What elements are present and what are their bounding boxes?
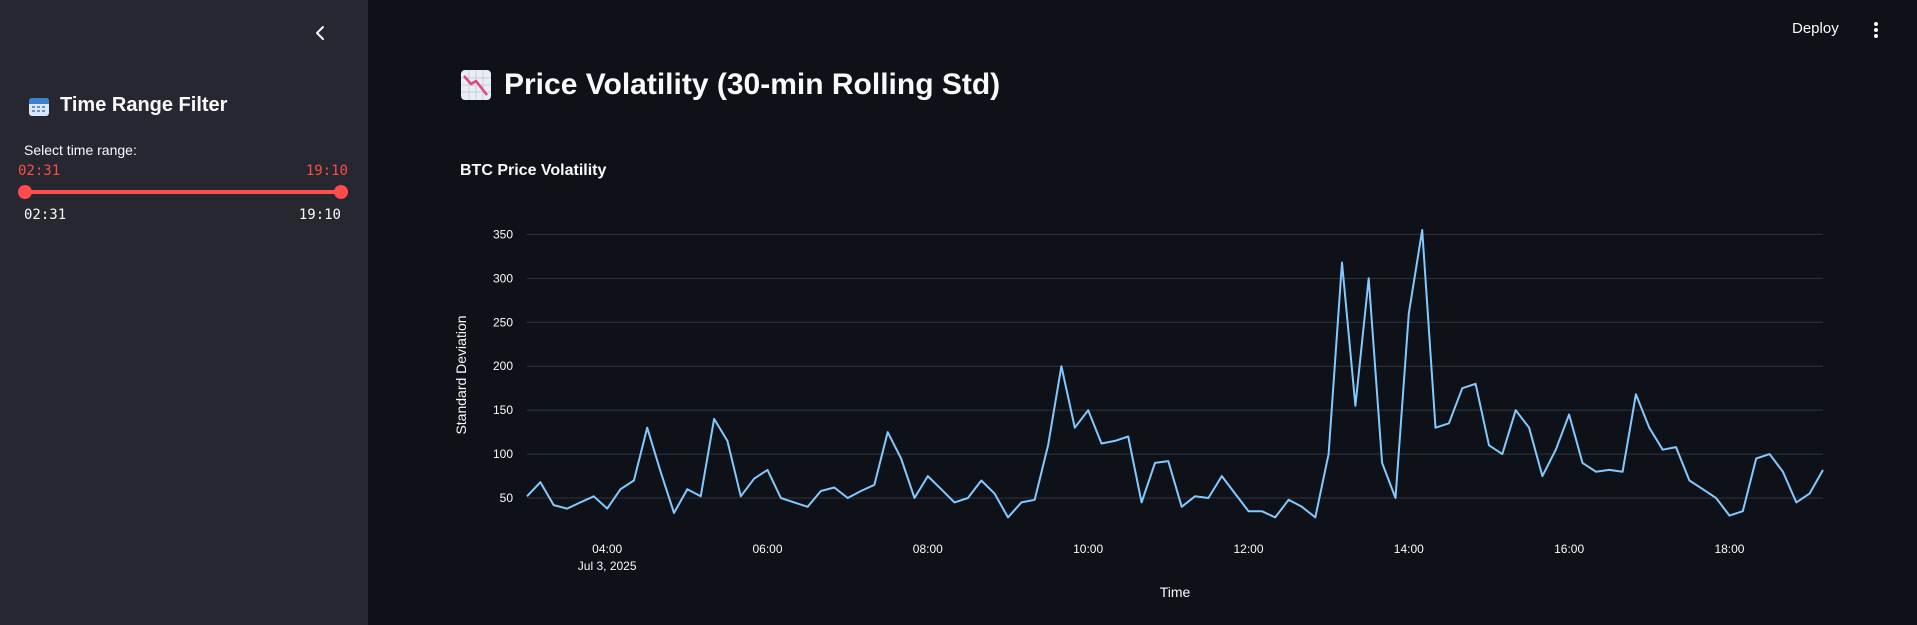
y-tick-label: 300 bbox=[493, 271, 513, 285]
volatility-line-chart: 50 100 150 200 250 300 350 04:00 Jul 3, 2025 06:… bbox=[453, 227, 1824, 600]
x-axis-label: Time bbox=[1160, 584, 1191, 600]
y-tick-label: 350 bbox=[493, 227, 513, 241]
y-tick-label: 200 bbox=[493, 359, 513, 373]
y-tick-label: 100 bbox=[493, 447, 513, 461]
x-tick-label: 12:00 bbox=[1233, 542, 1263, 556]
x-tick-label: 16:00 bbox=[1554, 542, 1584, 556]
x-tick-label: 08:00 bbox=[913, 542, 943, 556]
chart-series bbox=[526, 229, 1824, 519]
x-tick-label: 04:00 bbox=[592, 542, 622, 556]
y-axis-ticks: 50 100 150 200 250 300 350 bbox=[493, 227, 513, 505]
x-tick-label: 10:00 bbox=[1073, 542, 1103, 556]
series-line bbox=[526, 229, 1824, 519]
chart-gridlines bbox=[527, 233, 1823, 499]
app-root: Time Range Filter Select time range: 02:… bbox=[0, 0, 1917, 625]
x-tick-label: 18:00 bbox=[1714, 542, 1744, 556]
x-tick-label: 14:00 bbox=[1394, 542, 1424, 556]
y-tick-label: 50 bbox=[500, 491, 514, 505]
y-tick-label: 250 bbox=[493, 315, 513, 329]
x-axis-ticks: 04:00 Jul 3, 2025 06:00 08:00 10:00 12:00 14:0… bbox=[578, 542, 1745, 573]
x-tick-label: 06:00 bbox=[752, 542, 782, 556]
y-axis-label: Standard Deviation bbox=[453, 315, 469, 434]
y-tick-label: 150 bbox=[493, 403, 513, 417]
x-tick-date-label: Jul 3, 2025 bbox=[578, 559, 637, 573]
